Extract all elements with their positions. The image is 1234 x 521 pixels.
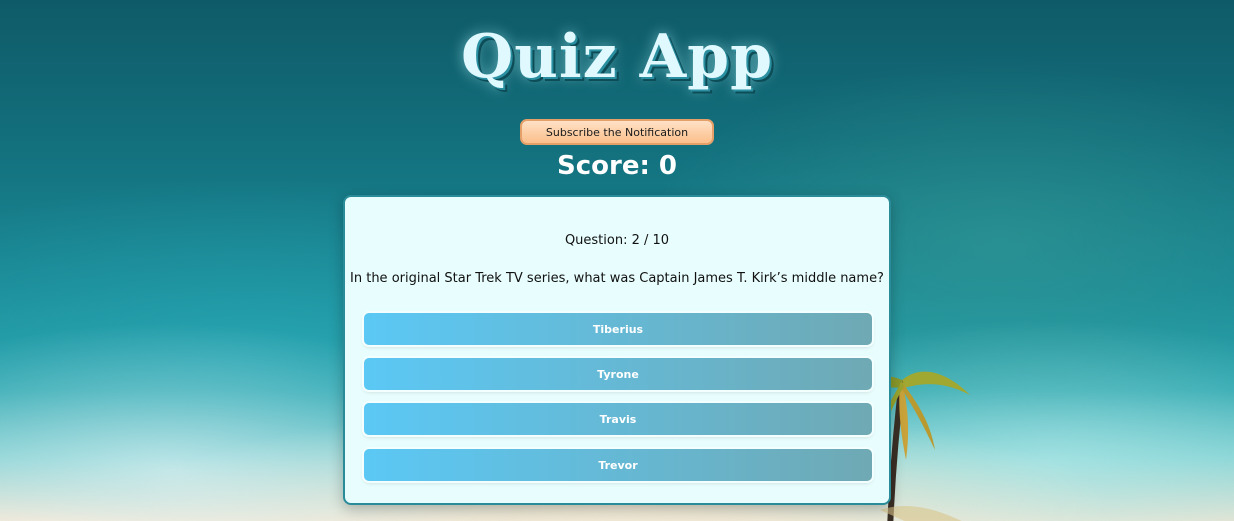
answer-option-4[interactable]: Trevor [364,449,872,481]
answer-option-1[interactable]: Tiberius [364,313,872,345]
quiz-card: Question: 2 / 10 In the original Star Tr… [343,195,891,505]
subscribe-notification-button[interactable]: Subscribe the Notification [520,119,714,145]
app-title: Quiz App [460,22,774,92]
question-text: In the original Star Trek TV series, wha… [350,271,884,286]
score-display: Score: 0 [557,151,677,181]
question-counter: Question: 2 / 10 [564,233,670,248]
answer-option-3[interactable]: Travis [364,403,872,435]
answer-option-2[interactable]: Tyrone [364,358,872,390]
